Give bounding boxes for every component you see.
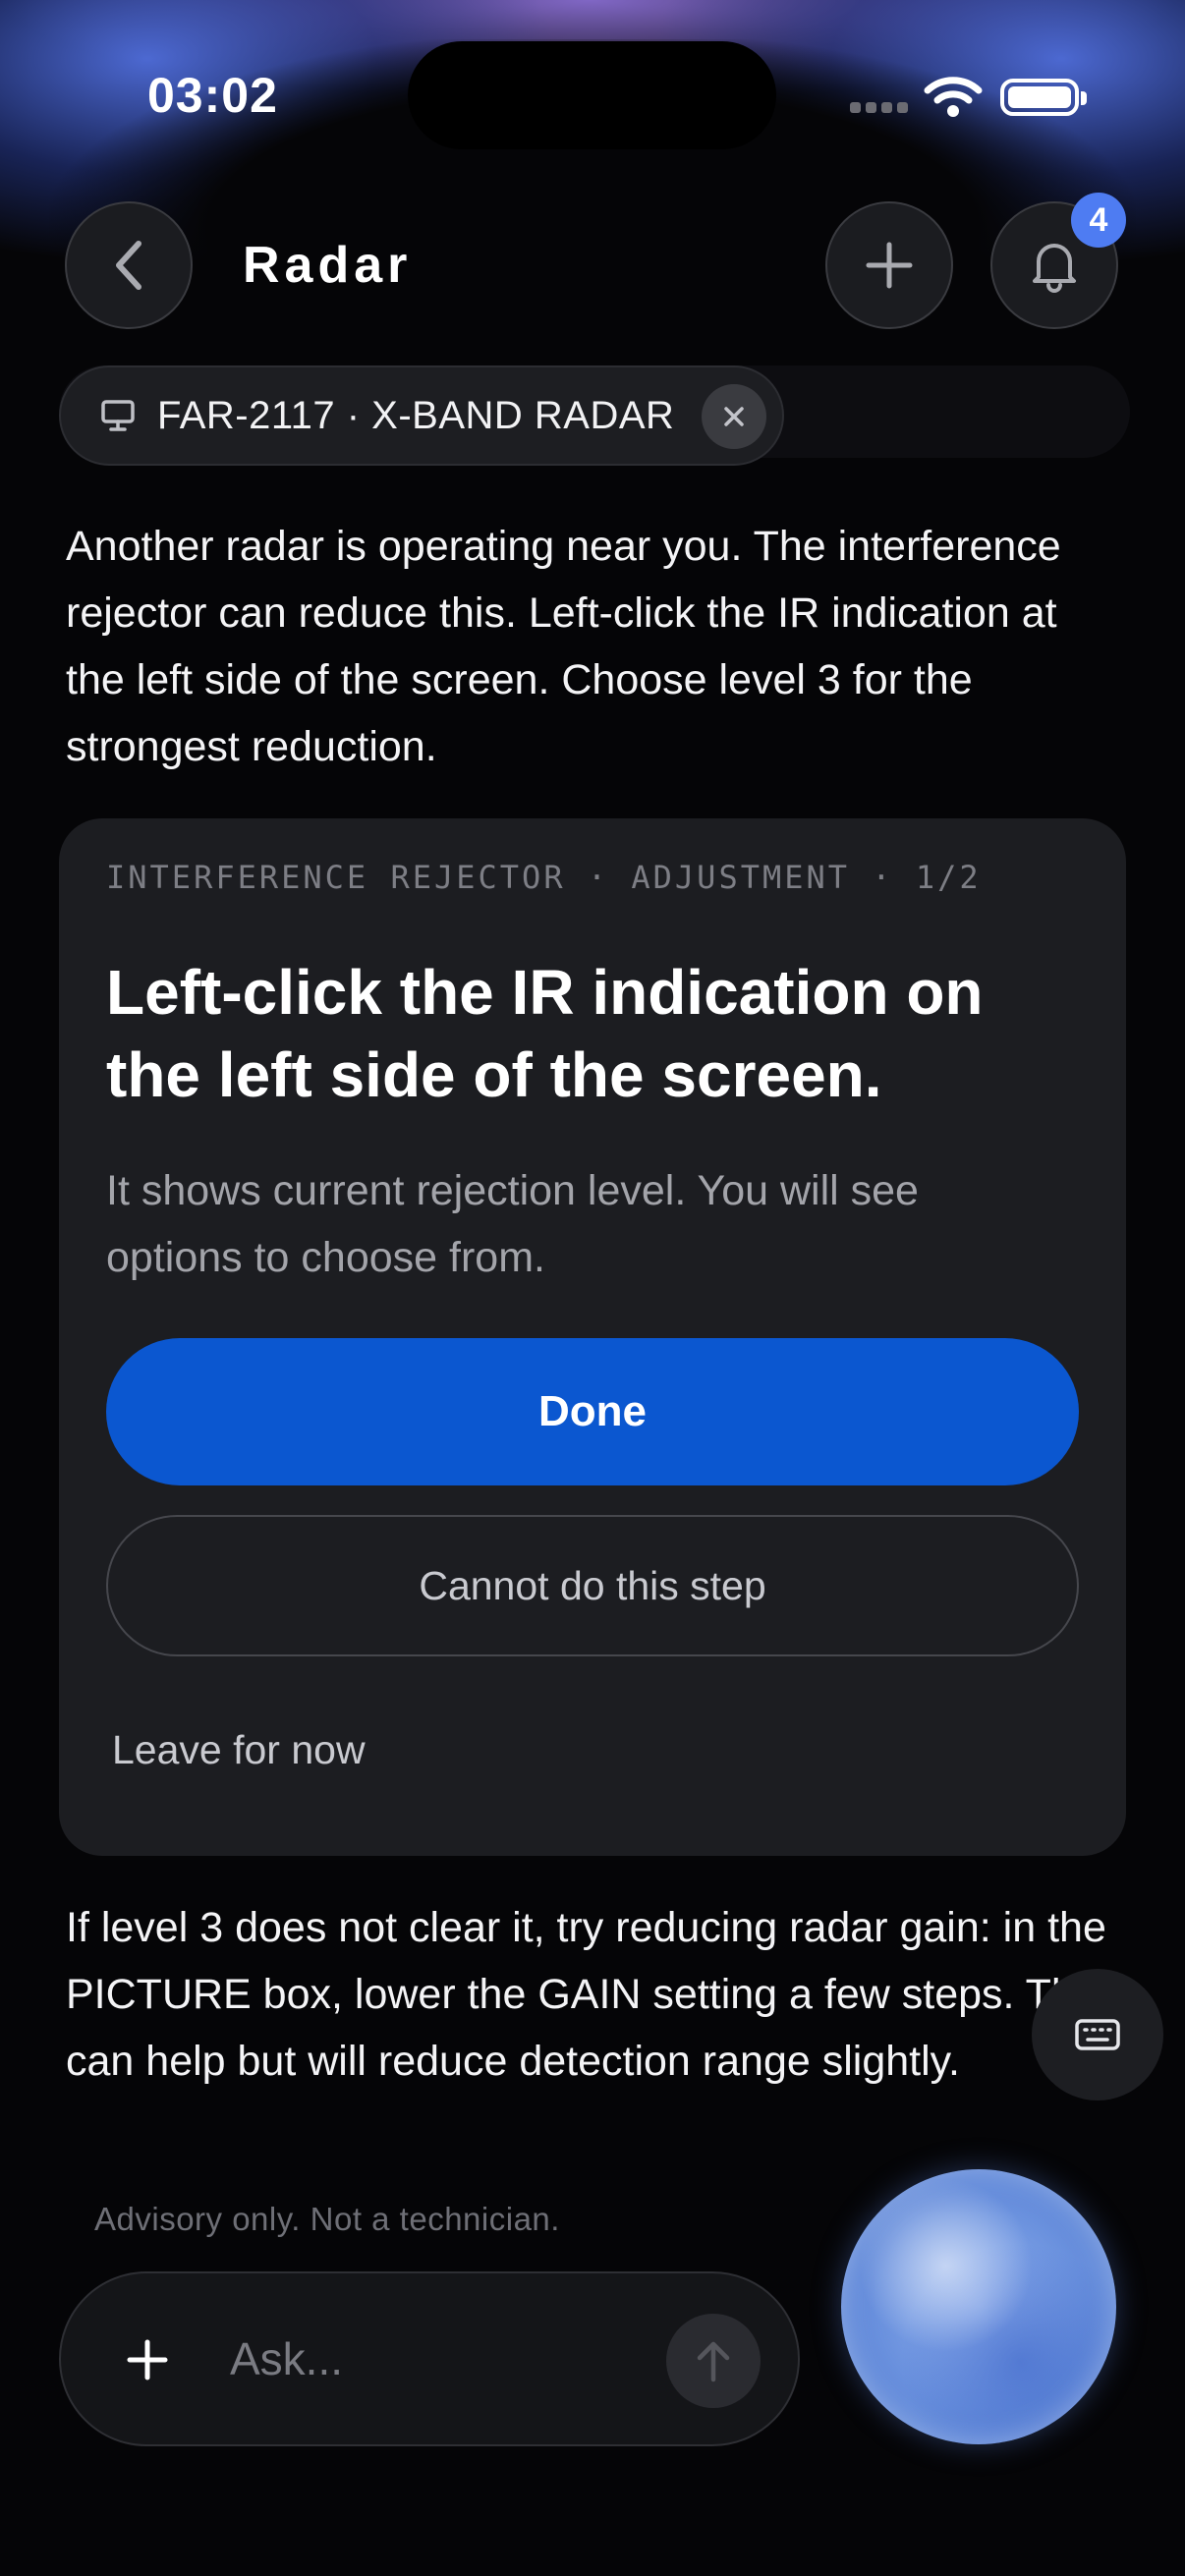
keyboard-icon <box>1075 2019 1120 2050</box>
dynamic-island <box>408 41 776 149</box>
new-chat-button[interactable] <box>825 201 953 329</box>
status-time: 03:02 <box>147 68 278 123</box>
leave-for-now-link[interactable]: Leave for now <box>112 1727 366 1773</box>
assistant-message-followup: If level 3 does not clear it, try reduci… <box>66 1904 1106 2085</box>
device-chip-label: FAR-2117 · X-BAND RADAR <box>157 393 675 437</box>
send-button[interactable] <box>666 2314 761 2408</box>
done-button[interactable]: Done <box>106 1338 1079 1485</box>
page-title: Radar <box>243 237 413 294</box>
device-chip[interactable]: FAR-2117 · X-BAND RADAR <box>59 365 784 466</box>
advisory-disclaimer: Advisory only. Not a technician. <box>94 2201 560 2237</box>
step-card-subtitle: It shows current rejection level. You wi… <box>106 1167 919 1281</box>
ask-input[interactable] <box>230 2324 643 2393</box>
cannot-do-step-button[interactable]: Cannot do this step <box>106 1515 1079 1656</box>
plus-icon <box>127 2339 168 2380</box>
arrow-up-icon <box>697 2341 730 2382</box>
plus-icon <box>866 242 913 289</box>
remove-device-button[interactable] <box>702 384 766 449</box>
step-card-eyebrow: INTERFERENCE REJECTOR · ADJUSTMENT · 1/2 <box>106 859 982 896</box>
keyboard-toggle-button[interactable] <box>1032 1969 1163 2100</box>
close-icon <box>724 407 744 426</box>
monitor-icon <box>101 400 135 431</box>
back-button[interactable] <box>65 201 193 329</box>
cellular-signal-icon <box>850 102 908 113</box>
battery-icon <box>1000 79 1087 116</box>
bell-icon <box>1033 244 1076 293</box>
voice-orb-button[interactable] <box>841 2169 1116 2444</box>
back-chevron-icon <box>116 241 141 290</box>
attach-button[interactable] <box>104 2317 191 2403</box>
notification-badge: 4 <box>1071 193 1126 248</box>
wifi-icon <box>924 77 983 117</box>
step-card-title: Left-click the IR indication on the left… <box>106 957 984 1110</box>
assistant-message: Another radar is operating near you. The… <box>66 523 1061 770</box>
